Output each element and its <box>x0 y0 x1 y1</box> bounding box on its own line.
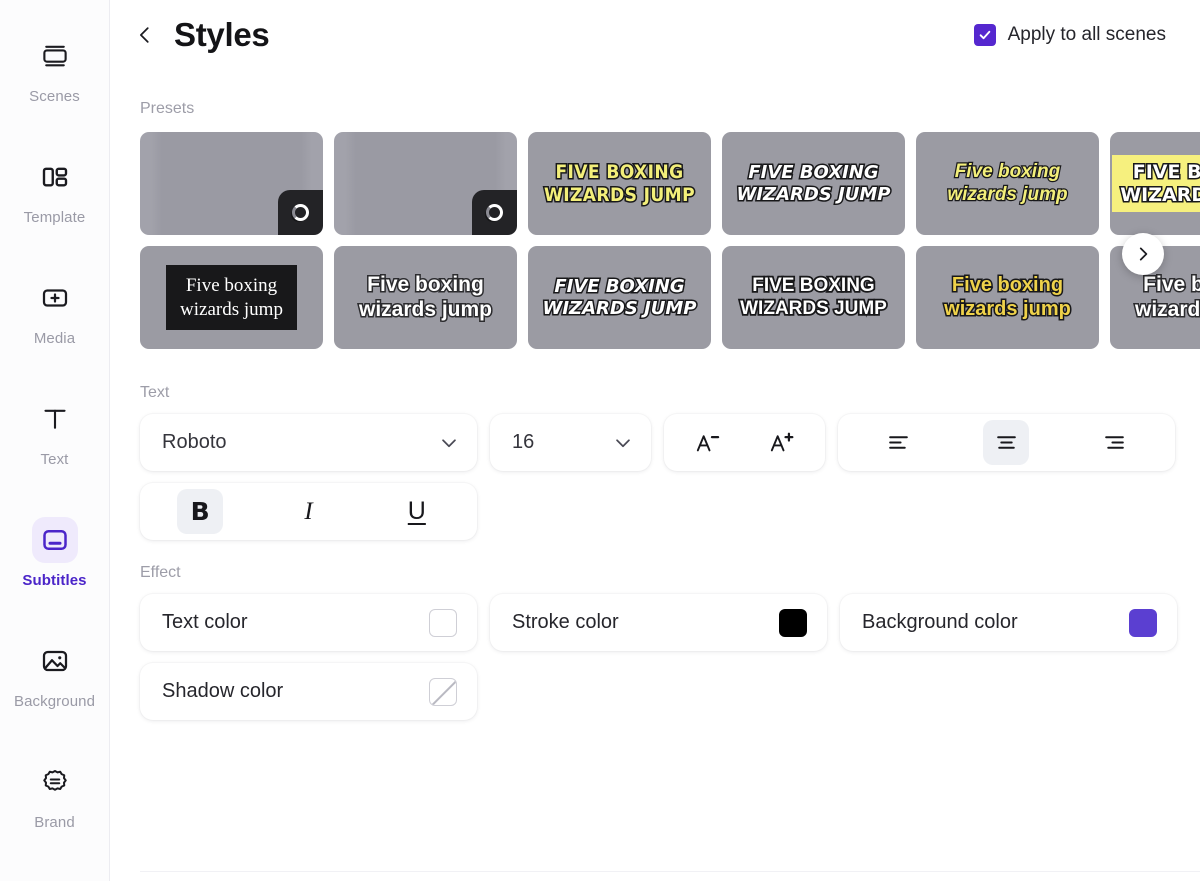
preset-tile[interactable]: FIVE BOXING WIZARDS JUMP <box>1110 132 1200 235</box>
background-image-icon <box>32 638 78 684</box>
presets-row-2: Five boxing wizards jump Five boxing wiz… <box>140 246 1200 349</box>
font-size-stepper-group <box>664 414 825 471</box>
sidebar-item-text[interactable]: Text <box>0 371 110 492</box>
apply-to-all-scenes-label: Apply to all scenes <box>1007 24 1166 45</box>
spinner-icon <box>278 190 323 235</box>
text-color-control[interactable]: Text color <box>140 594 477 651</box>
text-align-group <box>838 414 1175 471</box>
align-right-icon[interactable] <box>1092 420 1138 465</box>
underline-label: U <box>407 497 426 525</box>
scenes-icon <box>32 33 78 79</box>
background-color-swatch[interactable] <box>1129 608 1157 637</box>
preset-tile[interactable]: Five boxing wizards jump <box>334 246 517 349</box>
effect-controls-row-2: Shadow color <box>110 663 1200 720</box>
chevron-down-icon <box>616 438 630 447</box>
footer-divider <box>140 871 1200 872</box>
preset-tile[interactable]: Five boxing wizards jump <box>140 246 323 349</box>
carousel-next-button[interactable] <box>1122 233 1164 275</box>
font-size-value: 16 <box>512 431 535 453</box>
preset-text: Five boxing wizards jump <box>166 264 297 331</box>
preset-text: Five boxing wizards jump <box>943 272 1073 321</box>
italic-button[interactable]: I <box>285 489 331 534</box>
preset-tile[interactable] <box>334 132 517 235</box>
panel-header: Styles Apply to all scenes <box>110 0 1200 70</box>
effect-controls-row-1: Text color Stroke color Background color <box>110 594 1200 651</box>
text-color-label: Text color <box>162 611 248 633</box>
effect-section-label: Effect <box>140 564 181 581</box>
page-title: Styles <box>174 16 270 53</box>
sidebar-item-brand[interactable]: Brand <box>0 734 110 855</box>
preset-text: Five boxing wizards jump <box>946 160 1069 206</box>
media-plus-icon <box>32 275 78 321</box>
text-controls-row-1: Roboto 16 <box>110 414 1200 471</box>
increase-font-size-icon[interactable] <box>754 420 810 465</box>
preset-tile[interactable]: Five boxing wizards jump <box>916 246 1099 349</box>
spinner-icon <box>472 190 517 235</box>
preset-tile[interactable]: FIVE BOXING WIZARDS JUMP <box>722 246 905 349</box>
preset-tile[interactable]: FIVE BOXING WIZARDS JUMP <box>528 246 711 349</box>
preset-tile[interactable]: FIVE BOXING WIZARDS JUMP <box>528 132 711 235</box>
brand-badge-icon <box>32 759 78 805</box>
chevron-left-icon[interactable] <box>128 18 162 52</box>
preset-tile[interactable]: Five boxing wizards jump <box>916 132 1099 235</box>
sidebar-item-scenes[interactable]: Scenes <box>0 8 110 129</box>
italic-label: I <box>304 498 313 525</box>
chevron-down-icon <box>442 438 456 447</box>
presets-row-1: FIVE BOXING WIZARDS JUMP FIVE BOXING WIZ… <box>140 132 1200 235</box>
sidebar-label-scenes: Scenes <box>29 87 80 105</box>
font-size-select[interactable]: 16 <box>490 414 651 471</box>
sidebar-label-template: Template <box>23 208 86 226</box>
presets-carousel[interactable]: FIVE BOXING WIZARDS JUMP FIVE BOXING WIZ… <box>110 132 1200 358</box>
preset-text: FIVE BOXING WIZARDS JUMP <box>735 161 892 206</box>
background-color-control[interactable]: Background color <box>840 594 1177 651</box>
preset-text: FIVE BOXING WIZARDS JUMP <box>1112 155 1200 212</box>
shadow-color-label: Shadow color <box>162 680 284 702</box>
align-left-icon[interactable] <box>875 420 921 465</box>
align-center-icon[interactable] <box>983 420 1030 465</box>
sidebar-label-text: Text <box>40 450 69 468</box>
styles-main-panel: Styles Apply to all scenes Presets FIVE … <box>110 0 1200 881</box>
shadow-color-control[interactable]: Shadow color <box>140 663 477 720</box>
sidebar-item-media[interactable]: Media <box>0 250 110 371</box>
preset-tile[interactable] <box>140 132 323 235</box>
presets-section-label: Presets <box>140 100 195 117</box>
left-sidebar-nav: Scenes Template Media Text Subtitles Bac… <box>0 0 110 881</box>
sidebar-label-background: Background <box>13 692 96 710</box>
sidebar-label-media: Media <box>33 329 76 347</box>
text-controls-row-2: B I U <box>110 483 1200 540</box>
text-section-label: Text <box>140 384 170 401</box>
text-style-group: B I U <box>140 483 477 540</box>
font-family-select[interactable]: Roboto <box>140 414 477 471</box>
text-t-icon <box>32 396 78 442</box>
stroke-color-control[interactable]: Stroke color <box>490 594 827 651</box>
apply-to-all-scenes-checkbox[interactable] <box>973 24 996 46</box>
shadow-color-swatch[interactable] <box>429 677 457 706</box>
stroke-color-label: Stroke color <box>512 611 619 633</box>
preset-text: FIVE BOXING WIZARDS JUMP <box>738 273 888 320</box>
preset-text: FIVE BOXING WIZARDS JUMP <box>542 160 696 207</box>
preset-text: FIVE BOXING WIZARDS JUMP <box>541 275 698 320</box>
apply-to-all-scenes-toggle[interactable]: Apply to all scenes <box>973 24 1166 46</box>
bold-label: B <box>190 497 210 526</box>
sidebar-item-subtitles[interactable]: Subtitles <box>0 492 110 613</box>
background-color-label: Background color <box>862 611 1018 633</box>
sidebar-item-background[interactable]: Background <box>0 613 110 734</box>
sidebar-label-subtitles: Subtitles <box>22 571 87 589</box>
bold-button[interactable]: B <box>177 489 224 534</box>
underline-button[interactable]: U <box>394 489 440 534</box>
preset-text: Five boxing wizards jump <box>357 271 493 322</box>
subtitles-icon <box>31 516 78 563</box>
text-color-swatch[interactable] <box>429 608 457 637</box>
chevron-right-icon <box>1139 247 1148 261</box>
template-icon <box>32 154 78 200</box>
stroke-color-swatch[interactable] <box>779 608 807 637</box>
decrease-font-size-icon[interactable] <box>679 420 735 465</box>
styles-panel-app: Scenes Template Media Text Subtitles Bac… <box>0 0 1200 881</box>
preset-tile[interactable]: FIVE BOXING WIZARDS JUMP <box>722 132 905 235</box>
sidebar-item-template[interactable]: Template <box>0 129 110 250</box>
preset-text: Five boxing wizards jump <box>1133 271 1200 322</box>
sidebar-label-brand: Brand <box>34 813 75 831</box>
font-family-value: Roboto <box>162 431 227 453</box>
check-icon <box>979 30 990 40</box>
